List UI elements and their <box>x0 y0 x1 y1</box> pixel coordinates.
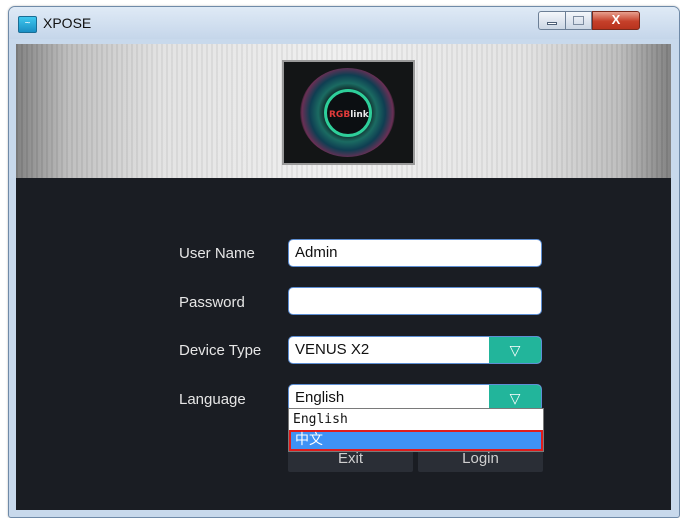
device-type-label: Device Type <box>179 342 262 359</box>
device-type-value: VENUS X2 <box>295 341 370 358</box>
maximize-button[interactable] <box>565 11 592 30</box>
brand-logo: RGBlink <box>282 60 415 165</box>
chevron-down-icon: ▽ <box>509 342 521 358</box>
close-button[interactable]: X <box>592 11 640 30</box>
banner: RGBlink <box>16 44 671 178</box>
language-option-english[interactable]: English <box>289 410 543 431</box>
language-dropdown-list: English 中文 <box>288 408 544 452</box>
window-title: XPOSE <box>43 15 92 31</box>
password-label: Password <box>179 294 245 311</box>
close-icon: X <box>611 12 621 27</box>
login-panel: RGBlink User Name Admin Password Device … <box>16 44 671 510</box>
chevron-down-icon: ▽ <box>509 390 521 406</box>
minimize-icon <box>547 22 557 25</box>
language-option-chinese[interactable]: 中文 <box>289 430 543 451</box>
language-value: English <box>295 389 345 406</box>
minimize-button[interactable] <box>538 11 566 30</box>
maximize-icon <box>573 16 584 25</box>
logo-text: RGBlink <box>329 110 369 120</box>
app-icon: ~ <box>18 16 37 33</box>
device-type-select[interactable]: VENUS X2 ▽ <box>288 336 542 364</box>
username-field[interactable]: Admin <box>288 239 542 267</box>
language-label: Language <box>179 391 246 408</box>
username-label: User Name <box>179 245 255 262</box>
title-bar[interactable]: ~ XPOSE X <box>9 7 679 39</box>
app-window: ~ XPOSE X RGBlink User Name Admin Passwo… <box>8 6 680 518</box>
device-type-dropdown-button[interactable]: ▽ <box>489 337 541 363</box>
password-field[interactable] <box>288 287 542 315</box>
